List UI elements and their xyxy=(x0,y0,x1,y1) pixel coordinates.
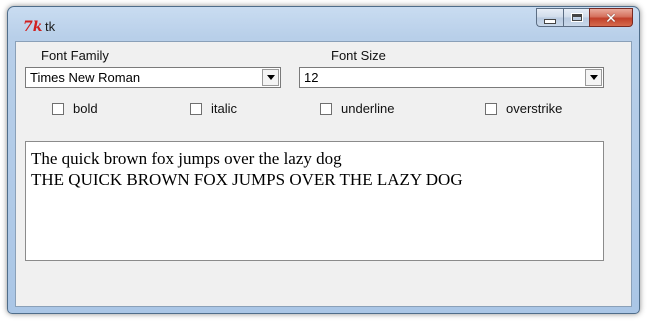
close-button[interactable]: ✕ xyxy=(589,8,633,27)
overstrike-checkbox-box[interactable] xyxy=(485,102,497,115)
minimize-icon xyxy=(544,19,556,24)
tk-window: 7k tk ✕ Font Family Font Size Times New … xyxy=(7,6,640,314)
bold-label: bold xyxy=(73,101,98,116)
maximize-button[interactable] xyxy=(563,8,589,27)
window-title: tk xyxy=(45,19,56,34)
preview-line-1: The quick brown fox jumps over the lazy … xyxy=(31,149,342,168)
chevron-down-icon xyxy=(589,75,598,80)
font-size-combobox[interactable]: 12 xyxy=(299,67,604,88)
overstrike-checkbox[interactable]: overstrike xyxy=(485,101,562,116)
font-family-combobox[interactable]: Times New Roman xyxy=(25,67,281,88)
underline-checkbox[interactable]: underline xyxy=(320,101,395,116)
font-family-label: Font Family xyxy=(41,48,109,63)
close-icon: ✕ xyxy=(605,9,617,26)
title-bar[interactable]: 7k tk ✕ xyxy=(8,7,639,41)
tk-feather-icon: 7k xyxy=(23,19,43,35)
preview-line-2: THE QUICK BROWN FOX JUMPS OVER THE LAZY … xyxy=(31,170,463,189)
bold-checkbox[interactable]: bold xyxy=(52,101,98,116)
font-family-value: Times New Roman xyxy=(30,70,141,85)
maximize-icon xyxy=(570,13,583,22)
underline-checkbox-box[interactable] xyxy=(320,102,332,115)
font-family-dropdown-button[interactable] xyxy=(262,69,279,86)
preview-text-area[interactable]: The quick brown fox jumps over the lazy … xyxy=(25,141,604,261)
italic-label: italic xyxy=(211,101,238,116)
window-controls: ✕ xyxy=(536,8,633,28)
underline-label: underline xyxy=(341,101,395,116)
font-size-dropdown-button[interactable] xyxy=(585,69,602,86)
font-size-value: 12 xyxy=(304,70,319,85)
minimize-button[interactable] xyxy=(536,8,563,27)
italic-checkbox-box[interactable] xyxy=(190,102,202,115)
bold-checkbox-box[interactable] xyxy=(52,102,64,115)
chevron-down-icon xyxy=(266,75,275,80)
client-area: Font Family Font Size Times New Roman 12… xyxy=(15,41,632,307)
italic-checkbox[interactable]: italic xyxy=(190,101,237,116)
overstrike-label: overstrike xyxy=(506,101,563,116)
font-size-label: Font Size xyxy=(331,48,386,63)
